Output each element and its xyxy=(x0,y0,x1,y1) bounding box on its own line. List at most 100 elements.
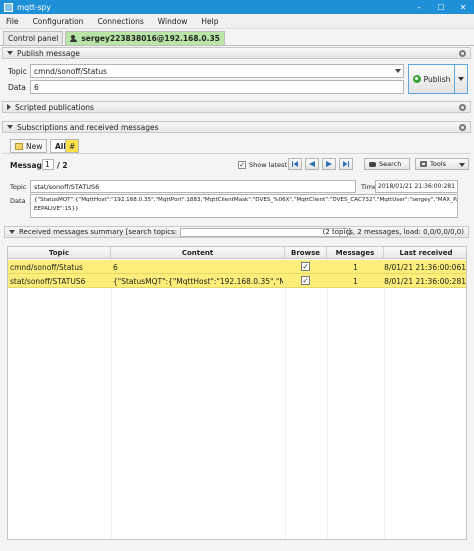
arrow-right-icon xyxy=(326,161,332,167)
filter-tab-new-label: New xyxy=(26,141,43,151)
menu-file[interactable]: File xyxy=(6,17,19,26)
message-data-line-1: {"StatusMQT":{"MqttHost":"192.168.0.35",… xyxy=(34,197,457,203)
summary-stats: (2 topics, 2 messages, load: 0,0/0,0/0,0… xyxy=(322,228,464,236)
message-data-line-2: EEPALIVE":15}} xyxy=(34,206,79,212)
scripted-pane-header[interactable]: Scripted publications xyxy=(2,101,471,113)
gear-icon[interactable] xyxy=(459,124,466,131)
expand-arrow-icon xyxy=(7,104,11,110)
message-topic-value: stat/sonoff/STATUS6 xyxy=(34,182,100,191)
tab-connection-label: sergey223838016@192.168.0.35 xyxy=(81,34,220,43)
publish-topic-label: Topic xyxy=(8,67,27,76)
previous-message-button[interactable] xyxy=(305,158,319,170)
first-icon xyxy=(292,161,298,167)
publish-data-value: 6 xyxy=(34,82,39,92)
show-latest-label: Show latest xyxy=(249,161,287,169)
envelope-icon xyxy=(15,142,23,150)
subscriptions-pane-title: Subscriptions and received messages xyxy=(17,122,159,132)
menu-connections[interactable]: Connections xyxy=(97,17,143,26)
publish-button-label: Publish xyxy=(423,74,451,84)
message-topic-field[interactable]: stat/sonoff/STATUS6 xyxy=(30,180,356,193)
message-topic-label: Topic xyxy=(10,183,27,191)
title-bar: mqtt-spy – ☐ ✕ xyxy=(0,0,474,14)
gear-icon[interactable] xyxy=(459,50,466,57)
column-header-browse[interactable]: Browse xyxy=(285,247,327,259)
message-data-label: Data xyxy=(10,197,26,205)
binoculars-icon xyxy=(369,161,376,167)
chevron-down-icon xyxy=(459,163,465,167)
maximize-button[interactable]: ☐ xyxy=(430,0,452,14)
topics-table: Topic Content Browse Messages Last recei… xyxy=(7,246,467,540)
column-header-topic[interactable]: Topic xyxy=(8,247,111,259)
row-messages: 1 xyxy=(353,262,358,272)
column-header-messages[interactable]: Messages xyxy=(327,247,384,259)
table-row[interactable]: cmnd/sonoff/Status 6 ✓ 1 2018/01/21 21:3… xyxy=(8,260,466,274)
collapse-arrow-icon xyxy=(7,51,13,55)
search-button-label: Search xyxy=(379,160,402,168)
table-row[interactable]: stat/sonoff/STATUS6 {"StatusMQT":{"MqttH… xyxy=(8,274,466,288)
chevron-down-icon[interactable] xyxy=(395,69,401,73)
scripted-pane-title: Scripted publications xyxy=(15,102,94,112)
message-index-value: 1 xyxy=(45,160,50,169)
menu-window[interactable]: Window xyxy=(158,17,188,26)
first-message-button[interactable] xyxy=(288,158,302,170)
search-button[interactable]: Search xyxy=(364,158,410,170)
app-icon xyxy=(4,2,13,12)
browse-checkbox[interactable]: ✓ xyxy=(301,262,310,271)
publish-form: Topic cmnd/sonoff/Status Data 6 xyxy=(2,60,471,96)
menu-bar: File Configuration Connections Window He… xyxy=(0,14,474,29)
next-message-button[interactable] xyxy=(322,158,336,170)
subscription-filter-bar: New All # xyxy=(2,136,471,154)
minimize-button[interactable]: – xyxy=(408,0,430,14)
filter-tab-hash-label: # xyxy=(69,141,76,151)
column-header-last-received[interactable]: Last received xyxy=(384,247,468,259)
publish-button[interactable]: Publish xyxy=(408,64,455,94)
filter-tab-hash[interactable]: # xyxy=(65,139,80,153)
row-content: 6 xyxy=(113,262,118,272)
tools-button[interactable]: Tools xyxy=(415,158,469,170)
publish-data-input[interactable]: 6 xyxy=(30,80,404,94)
message-time-value: 2018/01/21 21:36:00:281 xyxy=(378,183,455,190)
publish-icon xyxy=(412,75,421,83)
row-content: {"StatusMQT":{"MqttHost":"192.168.0.35",… xyxy=(113,276,283,286)
table-header: Topic Content Browse Messages Last recei… xyxy=(8,247,466,259)
show-latest-checkbox[interactable]: ✓ xyxy=(238,161,246,169)
tab-control-panel[interactable]: Control panel xyxy=(3,31,64,45)
menu-configuration[interactable]: Configuration xyxy=(33,17,84,26)
close-button[interactable]: ✕ xyxy=(452,0,474,14)
row-messages: 1 xyxy=(353,276,358,286)
summary-title: Received messages summary [search topics… xyxy=(19,228,178,236)
row-topic: cmnd/sonoff/Status xyxy=(10,262,83,272)
message-toolbar: Message 1 / 2 ✓ Show latest Search Tools xyxy=(2,155,471,175)
publish-pane-header[interactable]: Publish message xyxy=(2,47,471,59)
row-topic: stat/sonoff/STATUS6 xyxy=(10,276,86,286)
user-icon xyxy=(70,35,78,42)
publish-pane-title: Publish message xyxy=(17,48,80,58)
summary-header[interactable]: Received messages summary [search topics… xyxy=(4,226,469,238)
message-index-input[interactable]: 1 xyxy=(42,159,54,170)
column-divider xyxy=(285,259,286,539)
collapse-arrow-icon xyxy=(9,230,15,234)
window-title: mqtt-spy xyxy=(17,2,51,12)
last-icon xyxy=(343,161,349,167)
message-data-field[interactable]: {"StatusMQT":{"MqttHost":"192.168.0.35",… xyxy=(30,194,458,218)
message-total: / 2 xyxy=(57,161,68,170)
column-divider xyxy=(384,259,385,539)
publish-data-label: Data xyxy=(8,83,26,92)
tab-connection[interactable]: sergey223838016@192.168.0.35 xyxy=(65,31,225,45)
publish-options-button[interactable] xyxy=(455,64,468,94)
column-divider xyxy=(327,259,328,539)
collapse-arrow-icon xyxy=(7,125,13,129)
column-header-content[interactable]: Content xyxy=(111,247,285,259)
chevron-down-icon xyxy=(458,77,464,81)
subscriptions-pane-header[interactable]: Subscriptions and received messages xyxy=(2,121,471,133)
last-message-button[interactable] xyxy=(339,158,353,170)
tools-button-label: Tools xyxy=(430,160,447,168)
filter-tab-new[interactable]: New xyxy=(10,139,48,153)
tab-control-panel-label: Control panel xyxy=(8,34,59,43)
browse-checkbox[interactable]: ✓ xyxy=(301,276,310,285)
menu-help[interactable]: Help xyxy=(201,17,218,26)
connection-tab-bar: Control panel sergey223838016@192.168.0.… xyxy=(0,30,474,46)
publish-topic-input[interactable]: cmnd/sonoff/Status xyxy=(30,64,404,78)
gear-icon[interactable] xyxy=(459,104,466,111)
message-time-field[interactable]: 2018/01/21 21:36:00:281 xyxy=(375,180,458,193)
